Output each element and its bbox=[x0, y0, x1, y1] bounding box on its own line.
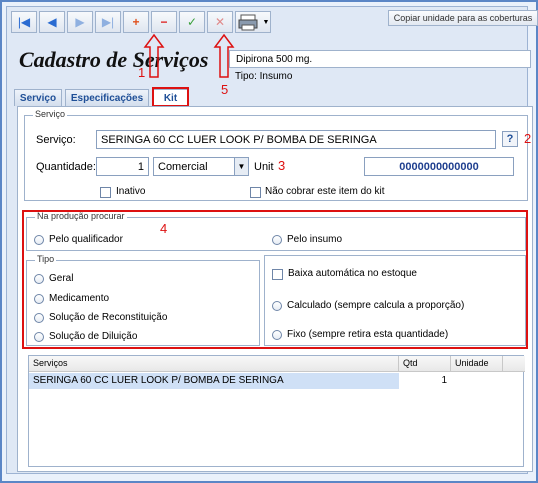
confirm-button[interactable]: ✓ bbox=[179, 11, 205, 33]
quantidade-input[interactable]: 1 bbox=[96, 157, 149, 176]
previous-icon: ◀ bbox=[47, 15, 57, 29]
page-title: Cadastro de Serviços bbox=[19, 47, 209, 72]
next-record-button[interactable]: ▶ bbox=[67, 11, 93, 33]
annotation-2: 2 bbox=[524, 131, 532, 146]
last-record-button[interactable]: ▶| bbox=[95, 11, 121, 33]
unidade-select[interactable]: Comercial ▼ bbox=[153, 157, 249, 176]
kit-panel: Serviço Serviço: SERINGA 60 CC LUER LOOK… bbox=[17, 106, 533, 472]
remove-button[interactable]: − bbox=[151, 11, 177, 33]
options-highlight bbox=[22, 210, 528, 349]
table-row[interactable]: SERINGA 60 CC LUER LOOK P/ BOMBA DE SERI… bbox=[29, 373, 447, 389]
unit-label: Unit bbox=[254, 161, 274, 173]
help-button[interactable]: ? bbox=[502, 131, 518, 147]
nao-cobrar-checkbox[interactable] bbox=[250, 187, 261, 198]
annotation-3: 3 bbox=[278, 158, 286, 173]
tab-especificacoes[interactable]: Especificações bbox=[65, 89, 149, 106]
printer-icon bbox=[238, 14, 258, 31]
cell-qtd: 1 bbox=[441, 375, 447, 386]
x-icon: ✕ bbox=[214, 15, 226, 29]
next-icon: ▶ bbox=[75, 15, 85, 29]
annotation-arrow-1 bbox=[143, 33, 165, 78]
servico-input[interactable]: SERINGA 60 CC LUER LOOK P/ BOMBA DE SERI… bbox=[96, 130, 496, 149]
annotation-1: 1 bbox=[138, 65, 146, 80]
cancel-button[interactable]: ✕ bbox=[207, 11, 233, 33]
annotation-5: 5 bbox=[221, 82, 229, 97]
first-record-button[interactable]: |◀ bbox=[11, 11, 37, 33]
record-name: Dipirona 500 mg. bbox=[229, 50, 531, 68]
form-background: |◀ ◀ ▶ ▶| + − ✓ ✕ ▼ Copiar unidade para … bbox=[6, 6, 538, 474]
col-filler bbox=[503, 356, 525, 372]
quantidade-label: Quantidade: bbox=[36, 161, 96, 173]
plus-icon: + bbox=[132, 15, 140, 29]
minus-icon: − bbox=[160, 15, 168, 29]
last-icon: ▶| bbox=[101, 15, 115, 29]
annotation-arrow-2 bbox=[213, 33, 235, 78]
first-icon: |◀ bbox=[17, 15, 31, 29]
tab-kit-highlight bbox=[152, 87, 189, 107]
col-qtd[interactable]: Qtd bbox=[399, 356, 451, 372]
servico-group-label: Serviço bbox=[33, 109, 68, 119]
codigo-field[interactable]: 0000000000000 bbox=[364, 157, 514, 176]
inativo-label: Inativo bbox=[116, 186, 146, 197]
inativo-checkbox[interactable] bbox=[100, 187, 111, 198]
col-servicos[interactable]: Serviços bbox=[29, 356, 399, 372]
tab-servico[interactable]: Serviço bbox=[14, 89, 62, 106]
check-icon: ✓ bbox=[186, 15, 198, 29]
unidade-select-value: Comercial bbox=[158, 160, 208, 173]
cell-servico: SERINGA 60 CC LUER LOOK P/ BOMBA DE SERI… bbox=[29, 373, 399, 389]
kit-items-table[interactable]: Serviços Qtd Unidade SERINGA 60 CC LUER … bbox=[28, 355, 525, 467]
copy-unit-button[interactable]: Copiar unidade para as coberturas bbox=[388, 10, 538, 26]
add-button[interactable]: + bbox=[123, 11, 149, 33]
cell-unidade bbox=[451, 373, 503, 389]
print-button[interactable]: ▼ bbox=[235, 11, 271, 33]
record-type: Tipo: Insumo bbox=[235, 71, 293, 82]
nao-cobrar-label: Não cobrar este item do kit bbox=[265, 186, 385, 197]
servico-label: Serviço: bbox=[36, 134, 76, 146]
chevron-down-icon: ▼ bbox=[234, 158, 248, 175]
col-unidade[interactable]: Unidade bbox=[451, 356, 503, 372]
chevron-down-icon: ▼ bbox=[262, 18, 270, 26]
previous-record-button[interactable]: ◀ bbox=[39, 11, 65, 33]
